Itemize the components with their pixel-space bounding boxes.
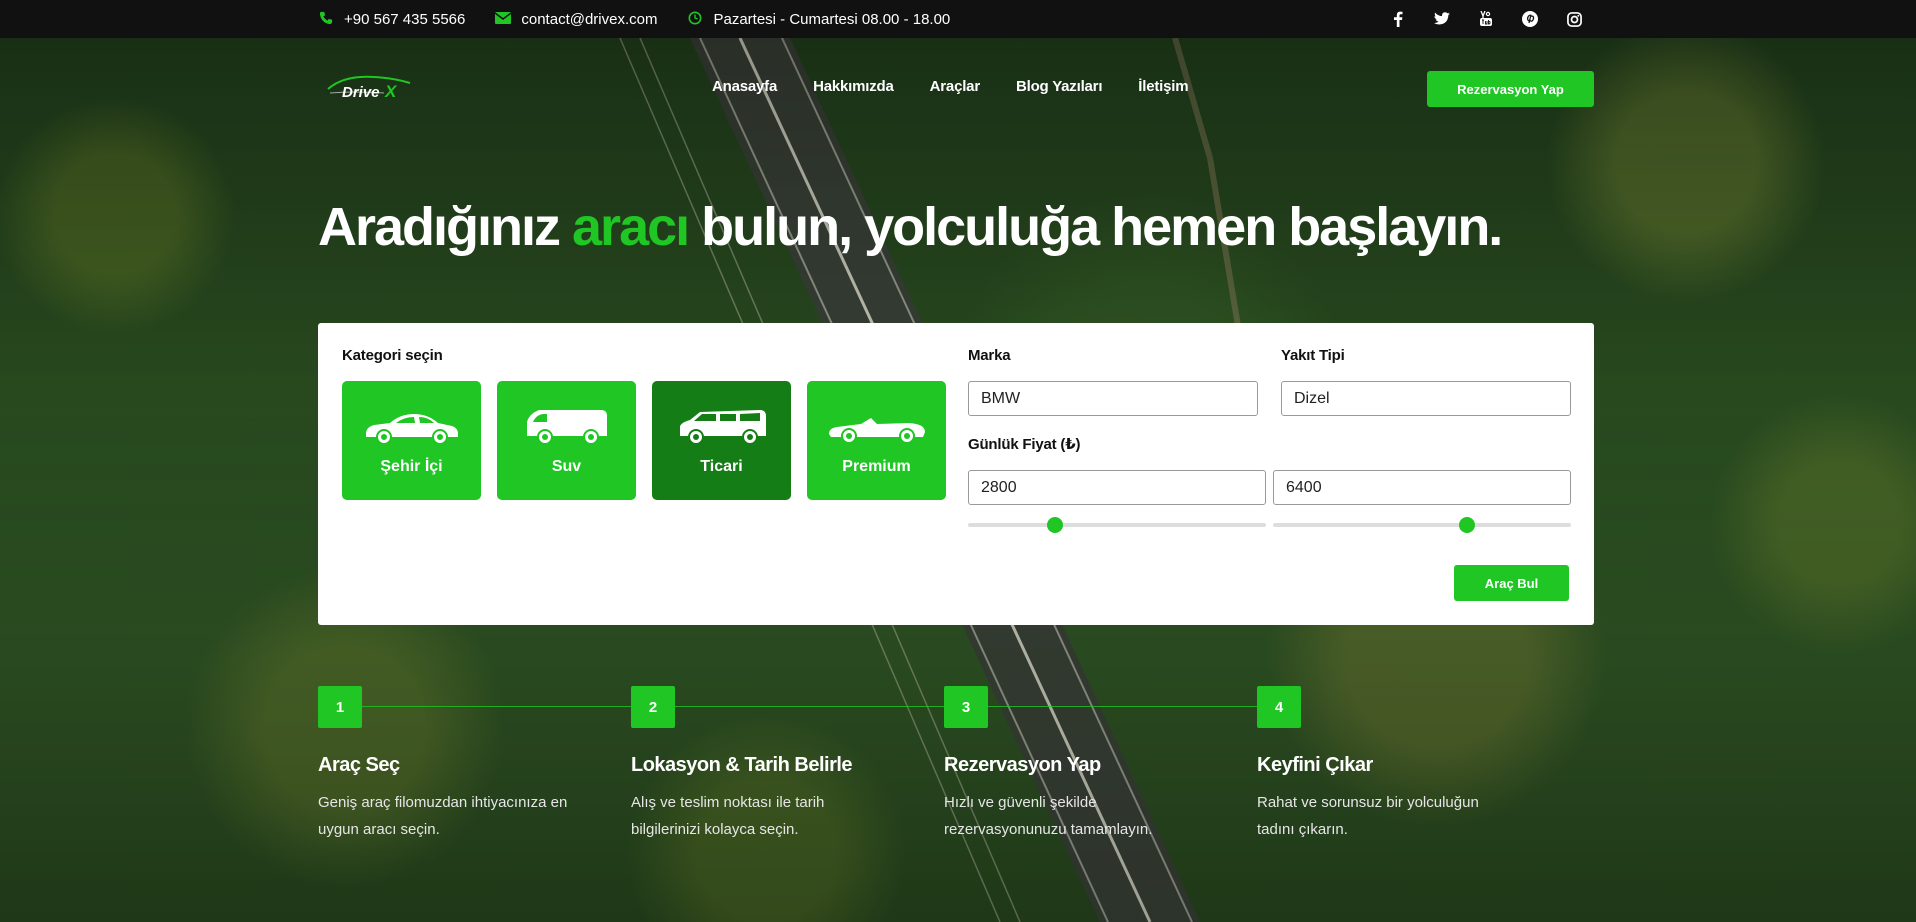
step-description: Geniş araç filomuzdan ihtiyacınıza en uy… bbox=[318, 794, 568, 838]
price-max-slider[interactable] bbox=[1273, 517, 1571, 533]
category-label-ticari: Ticari bbox=[700, 457, 743, 475]
headline-part-1: Aradığınız bbox=[318, 197, 573, 257]
contact-info: +90 567 435 5566 contact@drivex.com Paza… bbox=[318, 0, 950, 38]
drivex-logo[interactable]: Drive X bbox=[324, 71, 414, 105]
pinterest-icon[interactable] bbox=[1520, 9, 1540, 29]
step-4: 4 Keyfini Çıkar Rahat ve sorunsuz bir yo… bbox=[1257, 686, 1517, 843]
step-number: 1 bbox=[318, 686, 362, 728]
step-description: Alış ve teslim noktası ile tarih bilgile… bbox=[631, 794, 825, 838]
sedan-icon bbox=[365, 413, 458, 445]
price-min-slider[interactable] bbox=[968, 517, 1266, 533]
category-suv[interactable]: Suv bbox=[497, 381, 636, 500]
step-number: 4 bbox=[1257, 686, 1301, 728]
category-premium[interactable]: Premium bbox=[807, 381, 946, 500]
category-label: Kategori seçin bbox=[342, 347, 443, 364]
hero-headline: Aradığınız aracı bulun, yolculuğa hemen … bbox=[318, 196, 1503, 258]
twitter-icon[interactable] bbox=[1432, 9, 1452, 29]
category-label-premium: Premium bbox=[842, 457, 911, 475]
nav-menu: Anasayfa Hakkımızda Araçlar Blog Yazılar… bbox=[712, 78, 1189, 95]
search-card: Kategori seçin Şehir İçi Suv Ticari Prem… bbox=[318, 323, 1594, 625]
headline-accent: aracı bbox=[572, 197, 690, 257]
clock-icon bbox=[687, 11, 703, 28]
step-title: Araç Seç bbox=[318, 754, 400, 776]
fuel-type-select[interactable]: Dizel bbox=[1281, 381, 1571, 416]
phone-info[interactable]: +90 567 435 5566 bbox=[318, 11, 465, 28]
daily-price-label: Günlük Fiyat (₺) bbox=[968, 436, 1081, 453]
step-title: Lokasyon & Tarih Belirle bbox=[631, 754, 853, 776]
phone-icon bbox=[318, 11, 334, 28]
headline-part-2: bulun, yolculuğa hemen başlayın. bbox=[688, 197, 1503, 257]
nav-item-blog[interactable]: Blog Yazıları bbox=[1016, 78, 1103, 95]
nav-item-hakkimizda[interactable]: Hakkımızda bbox=[813, 78, 894, 95]
minivan-icon bbox=[679, 409, 766, 445]
nav-item-iletisim[interactable]: İletişim bbox=[1138, 78, 1188, 95]
step-number: 3 bbox=[944, 686, 988, 728]
brand-select[interactable]: BMW bbox=[968, 381, 1258, 416]
hours-info: Pazartesi - Cumartesi 08.00 - 18.00 bbox=[687, 11, 950, 28]
category-label-sehir-ici: Şehir İçi bbox=[380, 457, 443, 475]
phone-number: +90 567 435 5566 bbox=[344, 10, 466, 28]
van-icon bbox=[526, 409, 607, 445]
envelope-icon bbox=[494, 11, 512, 27]
facebook-icon[interactable] bbox=[1388, 9, 1408, 29]
step-1: 1 Araç Seç Geniş araç filomuzdan ihtiyac… bbox=[318, 686, 578, 843]
svg-text:Drive: Drive bbox=[342, 84, 380, 101]
step-number: 2 bbox=[631, 686, 675, 728]
step-title: Keyfini Çıkar bbox=[1257, 754, 1373, 776]
price-min-slider-handle[interactable] bbox=[1047, 517, 1063, 533]
step-description: Rahat ve sorunsuz bir yolculuğun tadını … bbox=[1257, 794, 1479, 838]
svg-text:X: X bbox=[384, 82, 398, 101]
step-2: 2 Lokasyon & Tarih Belirle Alış ve tesli… bbox=[631, 686, 891, 843]
category-ticari[interactable]: Ticari bbox=[652, 381, 791, 500]
convertible-icon bbox=[828, 417, 925, 444]
youtube-icon[interactable] bbox=[1476, 9, 1496, 29]
reservation-button[interactable]: Rezervasyon Yap bbox=[1427, 71, 1594, 107]
nav-item-araclar[interactable]: Araçlar bbox=[930, 78, 981, 95]
top-bar: +90 567 435 5566 contact@drivex.com Paza… bbox=[0, 0, 1916, 38]
find-car-button[interactable]: Araç Bul bbox=[1454, 565, 1569, 601]
nav-item-anasayfa[interactable]: Anasayfa bbox=[712, 78, 777, 95]
instagram-icon[interactable] bbox=[1564, 9, 1584, 29]
price-max-slider-handle[interactable] bbox=[1459, 517, 1475, 533]
price-min-input[interactable]: 2800 bbox=[968, 470, 1266, 505]
category-label-suv: Suv bbox=[551, 457, 582, 475]
brand-label: Marka bbox=[968, 347, 1011, 364]
email-address: contact@drivex.com bbox=[521, 10, 658, 28]
social-links bbox=[1388, 0, 1584, 38]
category-sehir-ici[interactable]: Şehir İçi bbox=[342, 381, 481, 500]
fuel-type-label: Yakıt Tipi bbox=[1281, 347, 1345, 364]
step-title: Rezervasyon Yap bbox=[944, 754, 1101, 776]
step-3: 3 Rezervasyon Yap Hızlı ve güvenli şekil… bbox=[944, 686, 1204, 843]
price-max-input[interactable]: 6400 bbox=[1273, 470, 1571, 505]
opening-hours: Pazartesi - Cumartesi 08.00 - 18.00 bbox=[713, 10, 951, 28]
step-description: Hızlı ve güvenli şekilde rezervasyonunuz… bbox=[944, 794, 1153, 838]
email-info[interactable]: contact@drivex.com bbox=[494, 10, 658, 28]
